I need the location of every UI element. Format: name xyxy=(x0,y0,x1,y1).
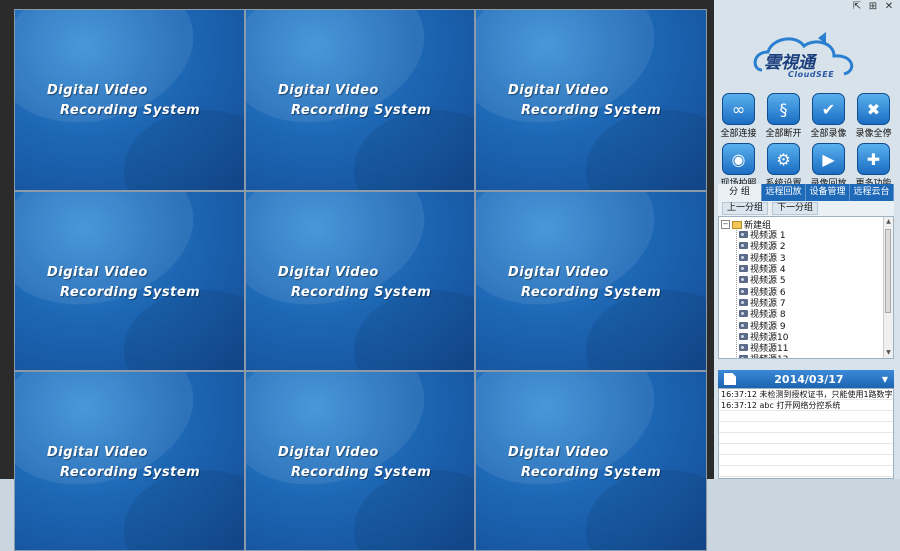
group-nav: 上一分组 下一分组 xyxy=(718,201,894,216)
toolbar-button[interactable]: ⚙系统设置 xyxy=(761,143,806,189)
camera-icon: ◉ xyxy=(722,143,755,175)
camera-source-icon xyxy=(739,276,748,284)
scroll-down-icon[interactable]: ▼ xyxy=(884,348,893,358)
camera-source-icon xyxy=(739,242,748,250)
stop-record-icon: ✖ xyxy=(857,93,890,125)
document-icon xyxy=(724,373,736,385)
next-group-button[interactable]: 下一分组 xyxy=(772,202,819,215)
video-tile[interactable]: Digital Video Recording System xyxy=(475,191,707,371)
toolbar-button-label: 全部连接 xyxy=(720,129,757,139)
tile-title-line2: Recording System xyxy=(60,103,201,118)
tab[interactable]: 远程云台 xyxy=(850,184,894,201)
camera-source-icon xyxy=(739,344,748,352)
video-tile[interactable]: Digital Video Recording System xyxy=(475,9,707,191)
panel-tabs: 分 组远程回放 设备管理 远程云台 xyxy=(718,184,894,201)
camera-source-icon xyxy=(739,253,748,261)
toolbar-button[interactable]: ✚更多功能 xyxy=(851,143,896,189)
video-tile[interactable]: Digital Video Recording System xyxy=(14,9,245,191)
close-icon[interactable]: ✕ xyxy=(882,0,896,13)
tile-title-line1: Digital Video xyxy=(508,265,609,280)
video-grid: Digital Video Recording System Digital Vid… xyxy=(14,9,707,551)
unlink-icon: § xyxy=(767,93,800,125)
dropdown-arrow-icon[interactable]: ▼ xyxy=(882,375,888,384)
tree-item[interactable]: 视频源12 xyxy=(739,352,788,358)
tab[interactable]: 设备管理 xyxy=(806,184,850,201)
tile-title-line2: Recording System xyxy=(60,465,201,480)
tile-title-line1: Digital Video xyxy=(508,83,609,98)
fullscreen-icon[interactable]: ⊞ xyxy=(866,0,880,13)
folder-icon xyxy=(732,220,742,229)
logo: 雲視通 CloudSEE xyxy=(748,30,866,90)
toolbar-button-label: 录像全停 xyxy=(855,129,892,139)
video-tile[interactable]: Digital Video Recording System xyxy=(475,371,707,551)
window-controls: ⇱ ⊞ ✕ xyxy=(850,0,900,16)
toolbar-button-label: 全部断开 xyxy=(765,129,802,139)
video-area: Digital Video Recording System Digital Vid… xyxy=(0,0,714,551)
camera-source-icon xyxy=(739,265,748,273)
tile-title-line1: Digital Video xyxy=(278,83,379,98)
camera-source-icon xyxy=(739,321,748,329)
device-tree: − 新建组 视频源 1 视频源 2 视频源 3 视频源 4 视频源 5 视频源 6 视频源 … xyxy=(718,216,894,359)
record-icon: ✔ xyxy=(812,93,845,125)
tab[interactable]: 分 组 xyxy=(718,184,762,201)
tree-scrollbar[interactable]: ▲ ▼ xyxy=(883,217,893,358)
log-date: 2014/03/17 xyxy=(774,372,844,386)
log-list: 16:37:12 未检测到授权证书，只能使用1路数字矩阵 16:37:12 abc… xyxy=(718,388,894,479)
tree-item-label: 视频源12 xyxy=(750,352,788,358)
scroll-thumb[interactable] xyxy=(885,229,891,313)
tile-title-line1: Digital Video xyxy=(508,445,609,460)
gear-icon: ⚙ xyxy=(767,143,800,175)
log-header[interactable]: 2014/03/17 ▼ xyxy=(718,370,894,388)
tile-title-line1: Digital Video xyxy=(47,265,148,280)
tile-title-line2: Recording System xyxy=(521,285,662,300)
camera-source-icon xyxy=(739,287,748,295)
camera-source-icon xyxy=(739,298,748,306)
toolbar-button[interactable]: ▶录像回放 xyxy=(806,143,851,189)
tile-title-line2: Recording System xyxy=(291,285,432,300)
tile-title-line1: Digital Video xyxy=(47,445,148,460)
tree-line xyxy=(736,227,738,358)
toolbar-button[interactable]: § 全部断开 xyxy=(761,93,806,139)
tile-title-line1: Digital Video xyxy=(278,445,379,460)
tile-title-line1: Digital Video xyxy=(47,83,148,98)
log-line: 16:37:12 未检测到授权证书，只能使用1路数字矩阵 xyxy=(721,390,894,399)
toolbar: ∞ 全部连接 § 全部断开 ✔ 全部录像 ✖ 录像全停 ◉现场拍照⚙系统设置▶录像回放✚更多功能 xyxy=(716,93,896,189)
folder-more-icon: ✚ xyxy=(857,143,890,175)
logo-subtext: CloudSEE xyxy=(788,70,835,79)
camera-source-icon xyxy=(739,332,748,340)
toolbar-button[interactable]: ✖ 录像全停 xyxy=(851,93,896,139)
toolbar-button-label: 全部录像 xyxy=(810,129,847,139)
log-line: 16:37:12 abc 打开网络分控系统 xyxy=(721,401,841,410)
tile-title-line2: Recording System xyxy=(521,103,662,118)
video-tile[interactable]: Digital Video Recording System xyxy=(14,371,245,551)
toolbar-button[interactable]: ∞ 全部连接 xyxy=(716,93,761,139)
collapse-icon[interactable]: − xyxy=(721,220,730,229)
tile-title-line1: Digital Video xyxy=(278,265,379,280)
video-tile[interactable]: Digital Video Recording System xyxy=(245,9,475,191)
scroll-up-icon[interactable]: ▲ xyxy=(884,217,893,227)
toolbar-button[interactable]: ◉现场拍照 xyxy=(716,143,761,189)
tree-items: 视频源 1 视频源 2 视频源 3 视频源 4 视频源 5 视频源 6 视频源 7 视频源 8… xyxy=(739,229,788,358)
video-tile[interactable]: Digital Video Recording System xyxy=(14,191,245,371)
chain-icon: ∞ xyxy=(722,93,755,125)
tile-title-line2: Recording System xyxy=(291,103,432,118)
restore-icon[interactable]: ⇱ xyxy=(850,0,864,13)
camera-source-icon xyxy=(739,310,748,318)
tab[interactable]: 远程回放 xyxy=(762,184,806,201)
toolbar-button[interactable]: ✔ 全部录像 xyxy=(806,93,851,139)
tile-title-line2: Recording System xyxy=(60,285,201,300)
video-tile[interactable]: Digital Video Recording System xyxy=(245,371,475,551)
camera-source-icon xyxy=(739,355,748,358)
control-panel: ⇱⊞✕ 雲視通 CloudSEE ∞ 全部连接 § 全部断开 ✔ 全部录像 ✖ 录像全停 ◉现场… xyxy=(714,0,900,479)
clapper-icon: ▶ xyxy=(812,143,845,175)
tile-title-line2: Recording System xyxy=(521,465,662,480)
tile-title-line2: Recording System xyxy=(291,465,432,480)
prev-group-button[interactable]: 上一分组 xyxy=(722,202,769,215)
camera-source-icon xyxy=(739,231,748,239)
video-tile[interactable]: Digital Video Recording System xyxy=(245,191,475,371)
